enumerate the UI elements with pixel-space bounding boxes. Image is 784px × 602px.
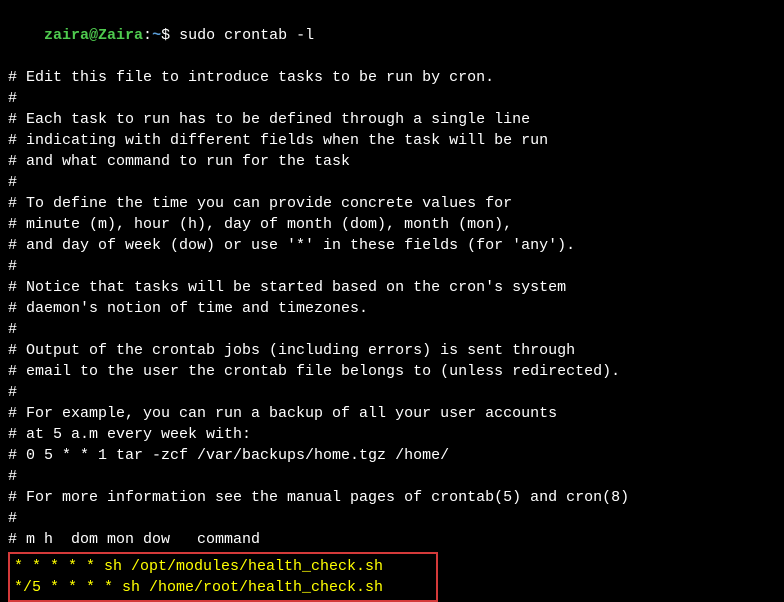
output-line: # For example, you can run a backup of a… [8, 403, 776, 424]
output-line: # To define the time you can provide con… [8, 193, 776, 214]
output-line: # [8, 88, 776, 109]
output-line: # and what command to run for the task [8, 151, 776, 172]
prompt-line: zaira@Zaira:~$ sudo crontab -l [8, 4, 776, 67]
prompt-path: ~ [152, 27, 161, 44]
cron-entry: */5 * * * * sh /home/root/health_check.s… [14, 577, 432, 598]
output-line: # email to the user the crontab file bel… [8, 361, 776, 382]
output-line: # Notice that tasks will be started base… [8, 277, 776, 298]
prompt-dollar: $ [161, 27, 170, 44]
output-line: # [8, 466, 776, 487]
cron-entry: * * * * * sh /opt/modules/health_check.s… [14, 556, 432, 577]
output-line: # m h dom mon dow command [8, 529, 776, 550]
output-line: # Edit this file to introduce tasks to b… [8, 67, 776, 88]
terminal-window[interactable]: zaira@Zaira:~$ sudo crontab -l # Edit th… [8, 4, 776, 602]
output-line: # indicating with different fields when … [8, 130, 776, 151]
output-line: # and day of week (dow) or use '*' in th… [8, 235, 776, 256]
output-line: # [8, 172, 776, 193]
output-line: # minute (m), hour (h), day of month (do… [8, 214, 776, 235]
output-line: # [8, 508, 776, 529]
highlight-box: * * * * * sh /opt/modules/health_check.s… [8, 552, 438, 602]
output-line: # Output of the crontab jobs (including … [8, 340, 776, 361]
output-line: # daemon's notion of time and timezones. [8, 298, 776, 319]
output-line: # Each task to run has to be defined thr… [8, 109, 776, 130]
output-line: # [8, 382, 776, 403]
output-line: # [8, 256, 776, 277]
user-host: zaira@Zaira [44, 27, 143, 44]
output-line: # For more information see the manual pa… [8, 487, 776, 508]
output-line: # [8, 319, 776, 340]
output-line: # at 5 a.m every week with: [8, 424, 776, 445]
prompt-colon: : [143, 27, 152, 44]
output-line: # 0 5 * * 1 tar -zcf /var/backups/home.t… [8, 445, 776, 466]
typed-command: sudo crontab -l [170, 27, 314, 44]
